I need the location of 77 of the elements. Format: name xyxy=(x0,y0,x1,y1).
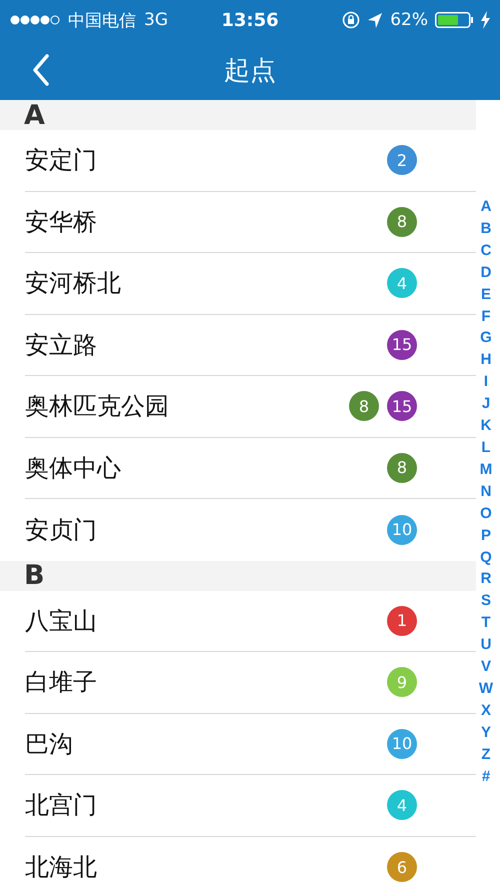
page-title: 起点 xyxy=(224,54,276,88)
station-name: 巴沟 xyxy=(25,728,74,760)
station-row[interactable]: 安定门 2 xyxy=(25,130,476,192)
index-letter[interactable]: I xyxy=(484,371,488,394)
station-name: 奥林匹克公园 xyxy=(25,391,170,422)
back-icon xyxy=(32,54,50,86)
line-badge: 8 xyxy=(349,391,379,422)
station-row[interactable]: 奥林匹克公园 8 15 xyxy=(25,376,476,438)
station-row[interactable]: 安河桥北 4 xyxy=(25,253,476,314)
station-name: 八宝山 xyxy=(25,606,98,637)
index-letter[interactable]: S xyxy=(480,590,491,612)
station-row[interactable]: 安华桥 8 xyxy=(25,192,476,253)
index-letter[interactable]: J xyxy=(482,393,490,416)
station-row[interactable]: 北宫门 4 xyxy=(25,775,476,836)
signal-icon xyxy=(10,14,60,26)
line-badge: 8 xyxy=(387,452,417,483)
station-row[interactable]: 安立路 15 xyxy=(25,314,476,376)
line-badge: 4 xyxy=(387,790,417,820)
index-letter[interactable]: X xyxy=(480,700,491,722)
line-badge: 10 xyxy=(387,514,417,545)
index-letter[interactable]: A xyxy=(480,196,492,218)
line-badge: 4 xyxy=(387,268,417,298)
index-letter[interactable]: Q xyxy=(480,546,492,568)
index-letter[interactable]: E xyxy=(480,284,491,306)
index-letter[interactable]: L xyxy=(481,436,491,459)
battery-percent: 62% xyxy=(390,10,428,30)
index-letter[interactable]: H xyxy=(480,349,492,372)
index-letter[interactable]: U xyxy=(480,634,492,656)
station-row[interactable]: 白堆子 9 xyxy=(25,652,476,714)
location-icon xyxy=(367,12,384,28)
station-name: 安立路 xyxy=(25,330,98,361)
index-letter[interactable]: V xyxy=(480,656,491,678)
index-letter[interactable]: W xyxy=(478,678,494,700)
index-letter[interactable]: N xyxy=(480,480,492,503)
index-letter[interactable]: F xyxy=(481,306,491,328)
section-letter: B xyxy=(24,562,45,589)
index-letter[interactable]: B xyxy=(480,218,492,240)
index-letter[interactable]: K xyxy=(480,415,492,437)
carrier-name: 中国电信 xyxy=(68,10,136,32)
index-letter[interactable]: P xyxy=(480,524,491,546)
station-name: 北宫门 xyxy=(25,790,98,822)
index-letter[interactable]: M xyxy=(480,458,492,481)
station-name: 白堆子 xyxy=(25,667,98,698)
index-letter[interactable]: R xyxy=(480,568,492,590)
section-letter: A xyxy=(24,102,45,128)
line-badge: 6 xyxy=(387,852,417,882)
network-type: 3G xyxy=(144,10,168,30)
station-row[interactable]: 八宝山 1 xyxy=(25,590,476,652)
index-letter[interactable]: T xyxy=(481,612,491,634)
station-row[interactable]: 奥体中心 8 xyxy=(25,438,476,499)
station-name: 北海北 xyxy=(25,852,98,884)
rotation-lock-icon xyxy=(342,11,360,29)
station-row[interactable]: 巴沟 10 xyxy=(25,714,476,775)
line-badge: 8 xyxy=(387,206,417,237)
index-letter[interactable]: D xyxy=(480,262,492,284)
line-badge: 10 xyxy=(387,728,417,759)
index-letter[interactable]: Y xyxy=(480,722,491,744)
charging-icon xyxy=(480,11,490,29)
line-badge: 1 xyxy=(387,606,417,636)
station-name: 安贞门 xyxy=(25,514,98,546)
index-letter[interactable]: C xyxy=(480,240,492,262)
station-name: 奥体中心 xyxy=(25,452,122,484)
station-row[interactable]: 北海北 6 xyxy=(25,836,476,888)
index-letter[interactable]: G xyxy=(480,327,492,350)
station-name: 安定门 xyxy=(25,145,98,176)
status-time: 13:56 xyxy=(221,10,279,30)
line-badge: 15 xyxy=(387,391,417,422)
line-badge: 15 xyxy=(387,330,417,360)
index-letter[interactable]: # xyxy=(482,766,490,788)
station-name: 安河桥北 xyxy=(25,268,122,300)
station-name: 安华桥 xyxy=(25,206,98,238)
line-badge: 2 xyxy=(387,145,417,176)
line-badge: 9 xyxy=(387,667,417,698)
index-letter[interactable]: O xyxy=(480,502,492,525)
index-letter[interactable]: Z xyxy=(481,744,491,766)
battery-icon xyxy=(435,12,474,28)
station-row[interactable]: 安贞门 10 xyxy=(25,499,476,560)
